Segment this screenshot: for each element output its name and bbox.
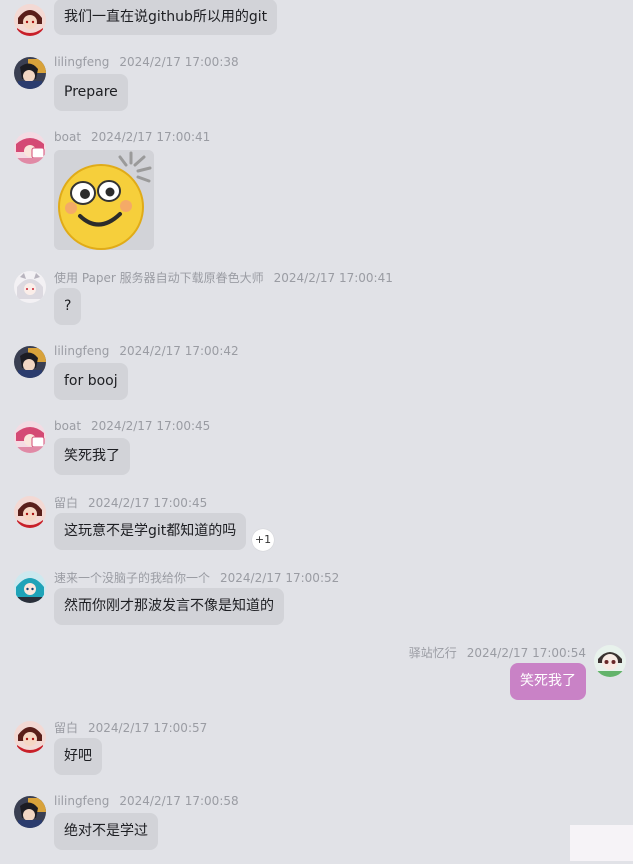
dark-hair-avatar-icon[interactable] xyxy=(14,346,46,378)
sender-name[interactable]: lilingfeng xyxy=(54,344,109,358)
sender-name[interactable]: lilingfeng xyxy=(54,55,109,69)
message-meta: lilingfeng 2024/2/17 17:00:38 xyxy=(54,55,239,69)
message-meta: 驿站忆行 2024/2/17 17:00:54 xyxy=(409,644,586,661)
message-bubble[interactable]: ? xyxy=(54,288,82,325)
reaction-badge[interactable]: +1 xyxy=(252,529,274,551)
message-time: 2024/2/17 17:00:38 xyxy=(119,55,239,69)
message-bubble[interactable]: for booj xyxy=(54,363,128,400)
message-bubble[interactable]: 这玩意不是学git都知道的吗 xyxy=(54,513,247,550)
red-hair-avatar-icon[interactable] xyxy=(14,4,46,36)
message-meta: boat 2024/2/17 17:00:41 xyxy=(54,130,210,144)
red-hair-avatar-icon[interactable] xyxy=(14,496,46,528)
message-meta: boat 2024/2/17 17:00:45 xyxy=(54,419,210,433)
sender-name[interactable]: 使用 Paper 服务器自动下载原眷色大师 xyxy=(54,271,264,285)
message-time: 2024/2/17 17:00:57 xyxy=(88,721,208,735)
message-time: 2024/2/17 17:00:42 xyxy=(119,344,239,358)
sender-name[interactable]: lilingfeng xyxy=(54,794,109,808)
sender-name[interactable]: 驿站忆行 xyxy=(409,646,457,660)
white-hair-avatar-icon[interactable] xyxy=(14,271,46,303)
dark-hair-avatar-icon[interactable] xyxy=(14,57,46,89)
message-time: 2024/2/17 17:00:45 xyxy=(88,496,208,510)
chibi-avatar-icon[interactable] xyxy=(594,645,626,677)
message-bubble-self[interactable]: 笑死我了 xyxy=(510,663,586,700)
message-time: 2024/2/17 17:00:58 xyxy=(119,794,239,808)
sender-name[interactable]: boat xyxy=(54,130,81,144)
message-meta: lilingfeng 2024/2/17 17:00:42 xyxy=(54,344,239,358)
sender-name[interactable]: boat xyxy=(54,419,81,433)
smiling-emoji-sticker-image[interactable] xyxy=(54,150,154,250)
message-time: 2024/2/17 17:00:45 xyxy=(91,419,211,433)
input-area-edge xyxy=(570,825,633,861)
message-bubble[interactable]: 好吧 xyxy=(54,738,102,775)
message-time: 2024/2/17 17:00:52 xyxy=(220,571,340,585)
message-meta: 留白 2024/2/17 17:00:57 xyxy=(54,719,207,736)
message-time: 2024/2/17 17:00:41 xyxy=(273,271,393,285)
message-bubble[interactable]: 我们一直在说github所以用的git xyxy=(54,0,278,35)
message-time: 2024/2/17 17:00:41 xyxy=(91,130,211,144)
red-hair-avatar-icon[interactable] xyxy=(14,721,46,753)
message-bubble[interactable]: 笑死我了 xyxy=(54,438,130,475)
sender-name[interactable]: 留白 xyxy=(54,496,78,510)
chat-message-list[interactable]: 我们一直在说github所以用的git lilingfeng 2024/2/17 … xyxy=(0,0,633,864)
message-bubble[interactable]: 绝对不是学过 xyxy=(54,813,158,850)
message-time: 2024/2/17 17:00:54 xyxy=(466,646,586,660)
dark-hair-avatar-icon[interactable] xyxy=(14,796,46,828)
message-bubble[interactable]: 然而你刚才那波发言不像是知道的 xyxy=(54,588,284,625)
teal-hair-avatar-icon[interactable] xyxy=(14,571,46,603)
message-meta: 留白 2024/2/17 17:00:45 xyxy=(54,494,207,511)
message-meta: 使用 Paper 服务器自动下载原眷色大师 2024/2/17 17:00:41 xyxy=(54,269,393,286)
pink-anime-avatar-icon[interactable] xyxy=(14,421,46,453)
pink-anime-avatar-icon[interactable] xyxy=(14,132,46,164)
sender-name[interactable]: 留白 xyxy=(54,721,78,735)
sender-name[interactable]: 速来一个没脑子的我给你一个 xyxy=(54,571,210,585)
message-meta: lilingfeng 2024/2/17 17:00:58 xyxy=(54,794,239,808)
message-bubble[interactable]: Prepare xyxy=(54,74,128,111)
message-meta: 速来一个没脑子的我给你一个 2024/2/17 17:00:52 xyxy=(54,569,339,586)
